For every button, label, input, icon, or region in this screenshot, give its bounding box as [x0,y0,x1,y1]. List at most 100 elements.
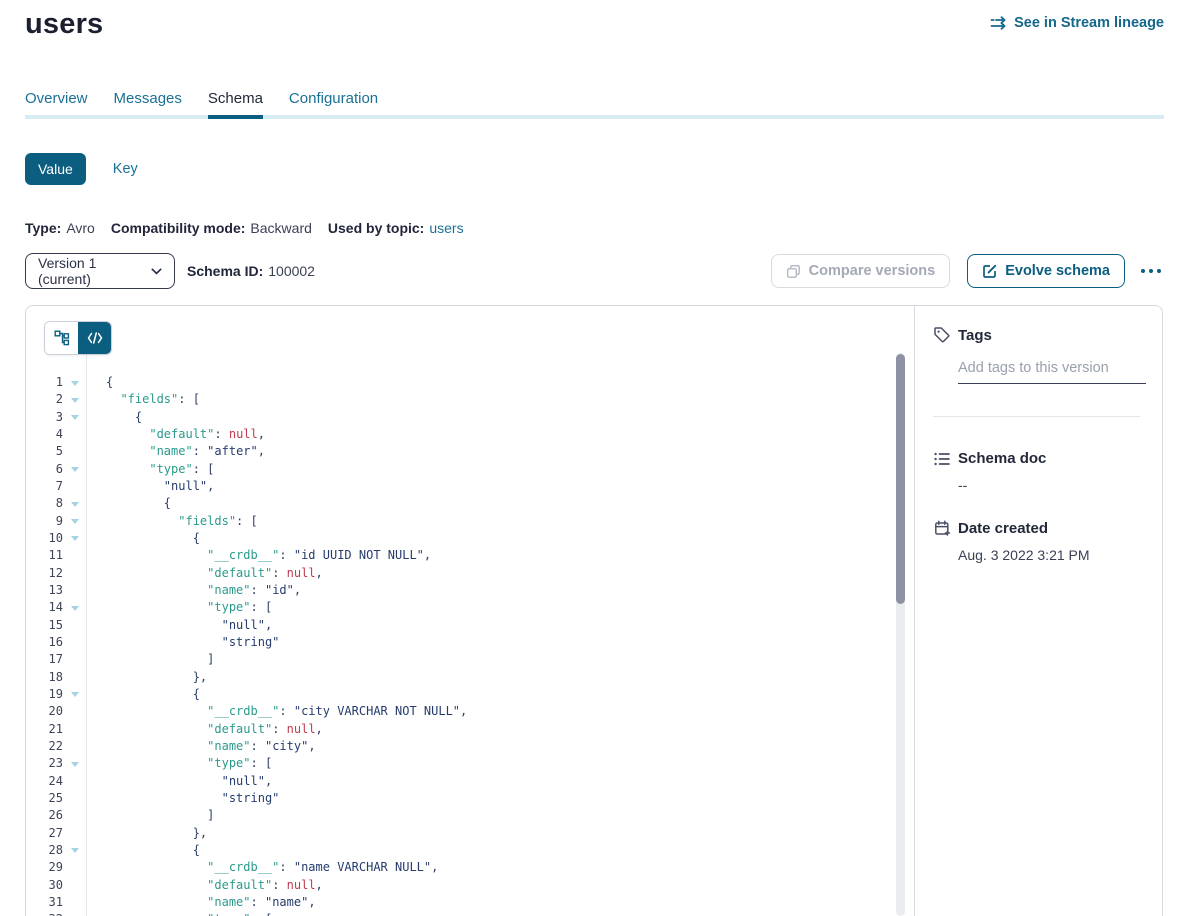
line-number: 26 [26,807,63,824]
tab-configuration[interactable]: Configuration [289,90,378,116]
code-line: 16 "string" [26,634,900,651]
topic-link[interactable]: users [429,220,463,236]
meta-type: Type: Avro [25,220,95,236]
code-content: ] [106,807,214,824]
code-line: 5 "name": "after", [26,443,900,460]
tab-schema[interactable]: Schema [208,90,263,116]
line-number: 4 [26,426,63,443]
type-value: Avro [66,220,95,236]
version-select[interactable]: Version 1 (current) [25,253,175,289]
code-line: 25 "string" [26,790,900,807]
schema-doc-value: -- [958,477,1146,493]
code-content: "default": null, [106,426,265,443]
code-editor[interactable]: 1{2 "fields": [3 {4 "default": null,5 "n… [26,353,914,916]
code-content: "__crdb__": "city VARCHAR NOT NULL", [106,703,467,720]
see-in-stream-lineage-link[interactable]: See in Stream lineage [990,15,1164,31]
code-line: 4 "default": null, [26,426,900,443]
code-line: 18 }, [26,669,900,686]
schema-detail-panel: 1{2 "fields": [3 {4 "default": null,5 "n… [25,305,1163,916]
code-line: 17 ] [26,651,900,668]
line-number: 6 [26,461,63,478]
value-toggle-button[interactable]: Value [25,153,86,185]
line-number: 1 [26,374,63,391]
more-options-button[interactable] [1138,264,1164,278]
code-content: "name": "after", [106,443,265,460]
line-number: 11 [26,547,63,564]
schema-controls-row: Version 1 (current) Schema ID: 100002 Co… [25,253,1164,289]
line-number: 24 [26,773,63,790]
code-view-button[interactable] [78,322,111,354]
code-content: "type": [ [106,911,272,916]
line-number: 12 [26,565,63,582]
code-content: "default": null, [106,877,323,894]
line-number: 22 [26,738,63,755]
code-line: 7 "null", [26,478,900,495]
line-number: 15 [26,617,63,634]
code-content: }, [106,669,207,686]
code-line: 20 "__crdb__": "city VARCHAR NOT NULL", [26,703,900,720]
line-number: 25 [26,790,63,807]
code-content: "null", [106,617,272,634]
tab-overview[interactable]: Overview [25,90,88,116]
line-number: 28 [26,842,63,859]
code-line: 22 "name": "city", [26,738,900,755]
tree-view-icon [54,330,70,346]
schema-sidebar: Tags Schema doc [915,306,1162,916]
used-by-topic-label: Used by topic: [328,220,424,236]
key-toggle-link[interactable]: Key [113,161,138,177]
code-line: 12 "default": null, [26,565,900,582]
schema-id-value: 100002 [268,263,315,279]
page-title: users [25,8,103,41]
line-number: 31 [26,894,63,911]
code-line: 32 "type": [ [26,911,900,916]
editor-scrollbar-thumb[interactable] [896,354,905,604]
editor-scrollbar-track[interactable] [896,353,905,916]
line-number: 9 [26,513,63,530]
code-lines: 1{2 "fields": [3 {4 "default": null,5 "n… [26,374,900,916]
list-icon [933,451,951,467]
date-created-heading: Date created [958,520,1048,537]
tag-icon [933,326,951,344]
code-content: }, [106,825,207,842]
code-view-icon [87,332,103,344]
compare-versions-label: Compare versions [809,263,936,279]
schema-id-label: Schema ID: [187,263,263,279]
compare-versions-button[interactable]: Compare versions [771,254,951,288]
tab-messages[interactable]: Messages [114,90,182,116]
code-content: "name": "city", [106,738,316,755]
code-content: "type": [ [106,461,214,478]
tree-view-button[interactable] [45,322,78,354]
evolve-schema-label: Evolve schema [1005,263,1110,279]
code-content: { [106,409,142,426]
line-number: 17 [26,651,63,668]
tags-section: Tags [933,326,1146,417]
schema-view-toggle [44,321,112,355]
code-line: 27 }, [26,825,900,842]
code-line: 19 { [26,686,900,703]
schema-doc-section: Schema doc -- [933,450,1146,493]
line-number: 29 [26,859,63,876]
code-line: 9 "fields": [ [26,513,900,530]
copy-icon [786,264,801,279]
ellipsis-icon [1140,268,1162,274]
calendar-icon [933,520,951,537]
stream-lineage-icon [990,16,1007,30]
code-content: "string" [106,634,279,651]
tags-heading: Tags [958,327,992,344]
code-line: 8 { [26,495,900,512]
line-number: 7 [26,478,63,495]
code-content: "null", [106,773,272,790]
code-content: "default": null, [106,565,323,582]
code-content: "fields": [ [106,391,200,408]
line-number: 23 [26,755,63,772]
value-key-toggle: Value Key [25,153,138,185]
code-content: "string" [106,790,279,807]
tags-input[interactable] [958,360,1146,384]
evolve-schema-button[interactable]: Evolve schema [967,254,1125,288]
code-line: 3 { [26,409,900,426]
line-number: 2 [26,391,63,408]
code-line: 24 "null", [26,773,900,790]
code-content: ] [106,651,214,668]
code-content: "fields": [ [106,513,258,530]
schema-meta-row: Type: Avro Compatibility mode: Backward … [25,220,464,236]
